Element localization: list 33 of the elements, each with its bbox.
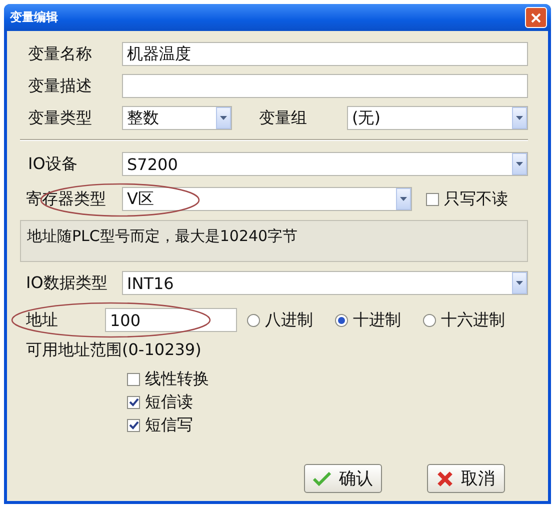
- data-type-dropdown[interactable]: INT16: [122, 271, 528, 295]
- window-title: 变量编辑: [10, 9, 58, 26]
- radio-button[interactable]: 八进制: [247, 310, 313, 330]
- checkmark-icon: [128, 421, 138, 430]
- checkbox[interactable]: 短信写: [127, 415, 193, 436]
- cross-icon: [437, 470, 453, 486]
- checkmark-icon: [313, 472, 331, 486]
- field-label: 变量名称: [27, 44, 93, 64]
- field-label: 地址: [25, 310, 59, 330]
- cancel-button[interactable]: 取消: [427, 464, 505, 493]
- field-label: 变量组: [258, 108, 308, 128]
- field-label: IO数据类型: [25, 272, 108, 294]
- field-label: 变量类型: [27, 108, 93, 128]
- checkbox[interactable]: 只写不读: [426, 188, 508, 210]
- range-text: 可用地址范围(0-10239): [25, 340, 202, 360]
- radio-button[interactable]: 十六进制: [423, 310, 505, 330]
- input-field[interactable]: [122, 74, 528, 98]
- input-field[interactable]: 机器温度: [122, 42, 528, 66]
- checkbox[interactable]: 线性转换: [127, 369, 209, 390]
- field-label: IO设备: [27, 154, 78, 174]
- field-label: 变量描述: [27, 76, 93, 96]
- checkbox[interactable]: 短信读: [127, 392, 193, 413]
- device-dropdown[interactable]: S7200: [122, 152, 528, 176]
- group-dropdown[interactable]: (无): [347, 106, 528, 130]
- radio-button[interactable]: 十进制: [335, 310, 401, 330]
- checkmark-icon: [128, 398, 138, 407]
- type-dropdown[interactable]: 整数: [122, 106, 232, 130]
- close-icon: [531, 12, 541, 22]
- info-text: 地址随PLC型号而定，最大是10240字节: [20, 220, 528, 262]
- ok-button[interactable]: 确认: [304, 464, 382, 493]
- address-field[interactable]: 100: [105, 308, 237, 332]
- register-dropdown[interactable]: V区: [122, 187, 412, 211]
- close-button[interactable]: [525, 7, 547, 28]
